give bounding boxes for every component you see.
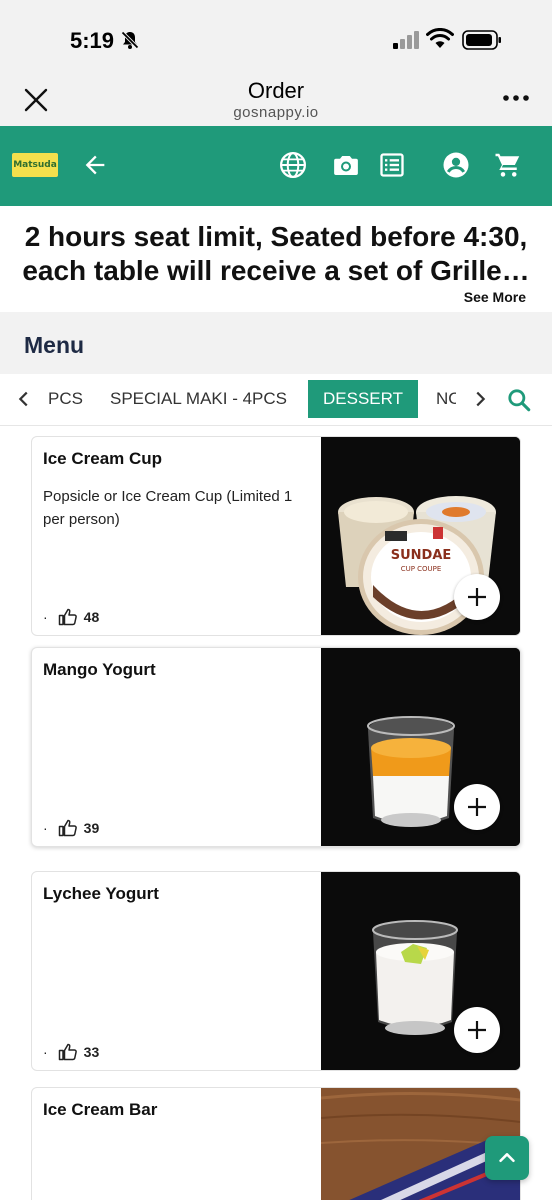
cart-icon <box>495 153 520 177</box>
search-icon <box>508 389 531 412</box>
plus-icon <box>468 588 486 606</box>
bell-slash-icon <box>121 31 139 49</box>
menu-item-card[interactable]: Lychee Yogurt · 33 <box>31 871 521 1071</box>
item-meta: · 33 <box>43 1043 99 1061</box>
cart-button[interactable] <box>491 148 525 182</box>
camera-icon <box>334 156 358 175</box>
menu-item-card[interactable]: Ice Cream Bar <box>31 1087 521 1200</box>
scroll-to-top-button[interactable] <box>485 1136 529 1180</box>
tabs-next-button[interactable] <box>467 386 493 412</box>
meta-dot: · <box>43 820 48 836</box>
more-icon[interactable] <box>498 86 534 110</box>
menu-item-card[interactable]: Ice Cream Cup Popsicle or Ice Cream Cup … <box>31 436 521 636</box>
tabs-prev-button[interactable] <box>11 386 37 412</box>
logo-text: Matsuda <box>13 160 57 170</box>
language-button[interactable] <box>276 148 310 182</box>
plus-icon <box>468 1021 486 1039</box>
item-name: Lychee Yogurt <box>43 884 159 903</box>
item-meta: · 39 <box>43 819 99 837</box>
signal-icon <box>393 31 419 49</box>
account-icon <box>443 152 469 178</box>
search-button[interactable] <box>504 385 534 415</box>
like-count: 48 <box>83 609 100 625</box>
receipt-icon <box>380 153 404 177</box>
meta-dot: · <box>43 609 48 625</box>
camera-button[interactable] <box>329 148 363 182</box>
add-to-cart-button[interactable] <box>454 574 500 620</box>
item-meta: · 48 <box>43 608 99 626</box>
browser-url: gosnappy.io <box>233 104 319 121</box>
menu-heading: Menu <box>24 332 85 358</box>
tab-next-category[interactable]: NO <box>436 380 456 418</box>
tab-dessert[interactable]: DESSERT <box>308 380 418 418</box>
thumbs-up-icon <box>58 608 77 626</box>
globe-icon <box>280 152 306 178</box>
tab-4pcs[interactable]: PCS <box>48 380 83 418</box>
status-time: 5:19 <box>70 28 115 53</box>
browser-title: Order <box>247 78 305 103</box>
see-more-link[interactable]: See More <box>464 289 526 305</box>
back-button[interactable] <box>78 148 112 182</box>
account-button[interactable] <box>439 148 473 182</box>
thumbs-up-icon <box>58 1043 77 1061</box>
meta-dot: · <box>43 1044 48 1060</box>
item-name: Ice Cream Cup <box>43 449 163 468</box>
thumbs-up-icon <box>58 819 77 837</box>
menu-item-card[interactable]: Mango Yogurt · 39 <box>31 647 521 847</box>
tab-special-maki[interactable]: SPECIAL MAKI - 4PCS <box>110 380 287 418</box>
back-arrow-icon <box>85 155 105 175</box>
like-count: 39 <box>83 820 100 836</box>
add-to-cart-button[interactable] <box>454 1007 500 1053</box>
chevron-up-icon <box>499 1153 515 1163</box>
image-sundae-label: SUNDAE <box>391 548 452 563</box>
battery-icon <box>462 30 501 50</box>
announcement-line-2: each table will receive a set of Grille… <box>22 255 530 286</box>
restaurant-logo[interactable]: Matsuda <box>12 153 58 177</box>
menu-header: Menu <box>0 312 552 374</box>
browser-chrome: 5:19 Order gosnappy.io <box>0 0 552 126</box>
chevron-right-icon <box>476 391 486 407</box>
announcement-banner: 2 hours seat limit, Seated before 4:30, … <box>0 206 552 312</box>
item-name: Mango Yogurt <box>43 660 156 679</box>
announcement-text: 2 hours seat limit, Seated before 4:30, … <box>14 220 538 288</box>
item-name: Ice Cream Bar <box>43 1100 158 1119</box>
add-to-cart-button[interactable] <box>454 784 500 830</box>
like-count: 33 <box>83 1044 100 1060</box>
app-bar: Matsuda <box>0 126 552 206</box>
chevron-left-icon <box>18 391 28 407</box>
announcement-line-1: 2 hours seat limit, Seated before 4:30, <box>24 221 528 252</box>
category-tabs: PCS SPECIAL MAKI - 4PCS DESSERT NO <box>0 374 552 426</box>
wifi-icon <box>426 28 454 48</box>
orders-button[interactable] <box>375 148 409 182</box>
image-cup-coupe-label: CUP COUPE <box>401 565 442 573</box>
plus-icon <box>468 798 486 816</box>
item-description: Popsicle or Ice Cream Cup (Limited 1 per… <box>43 488 293 528</box>
